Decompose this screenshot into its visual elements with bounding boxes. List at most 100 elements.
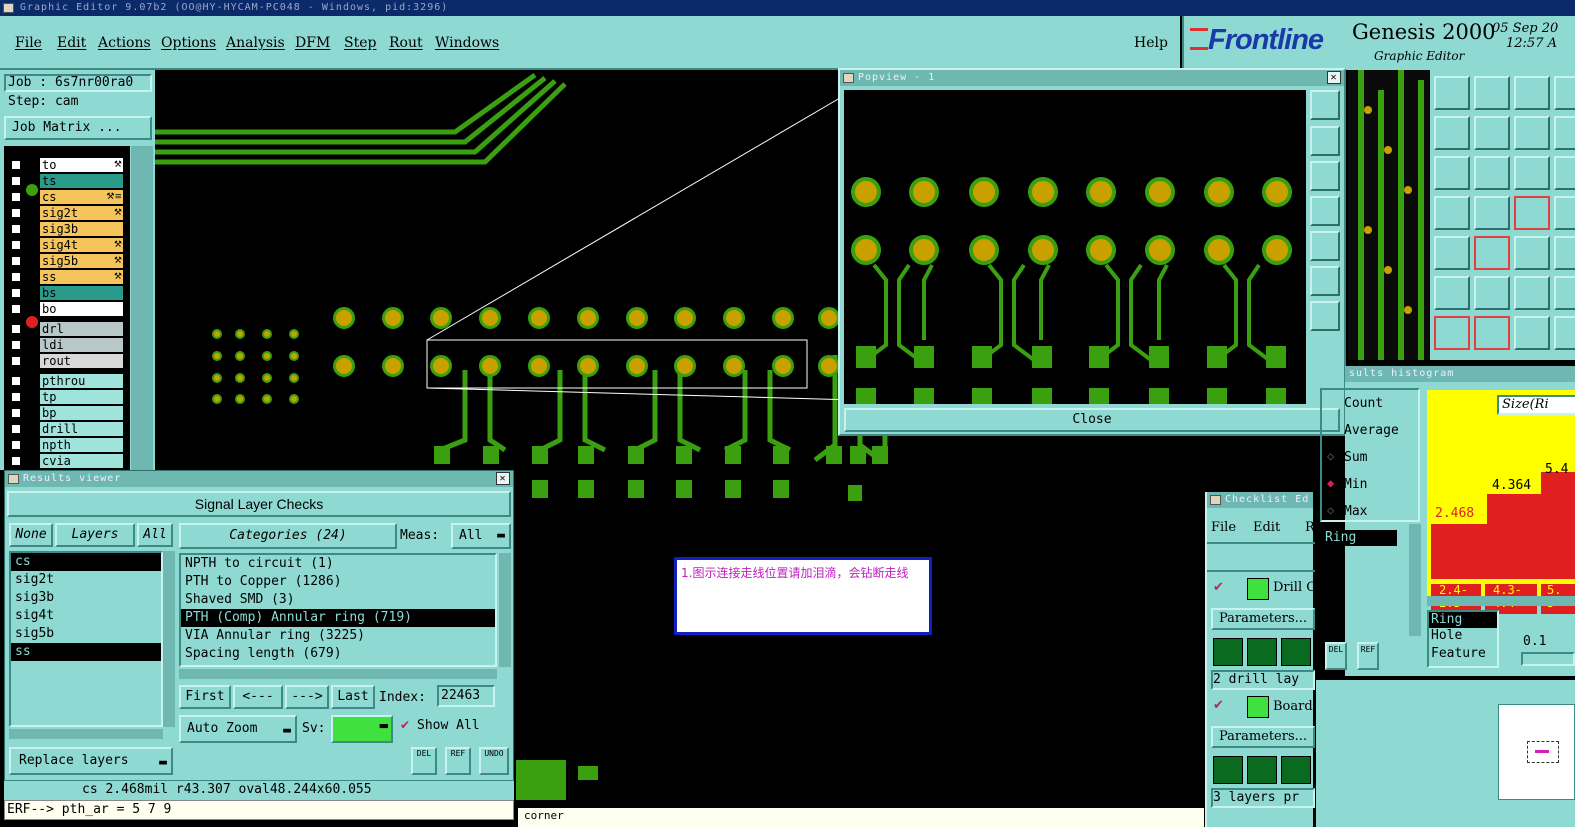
layer-checkbox[interactable] (10, 423, 22, 435)
drill-run-icon-2[interactable] (1247, 638, 1277, 666)
stat-max[interactable]: Max (1344, 504, 1367, 519)
grid-icon[interactable] (1474, 196, 1510, 230)
layer-name[interactable]: sig2t (40, 206, 123, 220)
line-draw-icon[interactable] (1474, 236, 1510, 270)
layer-results-hscroll[interactable] (9, 729, 163, 739)
layer-checkbox[interactable] (10, 159, 22, 171)
result-layer-item[interactable]: sig3b (11, 589, 161, 607)
layer-name[interactable]: ldi (40, 338, 123, 352)
red-arrow-icon[interactable] (1474, 316, 1510, 350)
none-button[interactable]: None (9, 523, 53, 547)
more-a-icon[interactable] (1554, 196, 1575, 230)
red-line-icon[interactable] (1434, 316, 1470, 350)
target-icon[interactable] (1434, 236, 1470, 270)
move-up-icon[interactable] (1434, 76, 1470, 110)
layer-checkbox[interactable] (10, 175, 22, 187)
layer-name[interactable]: ss (40, 270, 123, 284)
layer-checkbox[interactable] (10, 223, 22, 235)
layer-checkbox[interactable] (10, 375, 22, 387)
layer-name[interactable]: ts (40, 174, 123, 188)
last-button[interactable]: Last (331, 685, 375, 709)
pan-icon[interactable] (1554, 76, 1575, 110)
radio-max-icon[interactable]: ◇ (1327, 503, 1334, 517)
results-viewer-close-icon[interactable]: ✕ (496, 472, 510, 485)
size-dropdown[interactable]: Size(Ri (1497, 395, 1575, 415)
categories-button[interactable]: Categories (24) (179, 523, 397, 549)
layers-button[interactable]: Layers (55, 523, 135, 547)
move-down-icon[interactable] (1474, 76, 1510, 110)
selected-category[interactable]: Ring (1323, 530, 1397, 546)
rotate-icon[interactable] (1514, 316, 1550, 350)
layer-name[interactable]: drill (40, 422, 123, 436)
more-d-icon[interactable] (1554, 316, 1575, 350)
snap-icon[interactable] (1514, 196, 1550, 230)
hist-slider[interactable] (1521, 652, 1575, 666)
menu-windows[interactable]: Windows (435, 35, 499, 51)
drill-run-icon-3[interactable] (1281, 638, 1311, 666)
zoom-b-icon[interactable] (1554, 156, 1575, 190)
more-b-icon[interactable] (1554, 236, 1575, 270)
popview-center-icon[interactable] (1310, 301, 1340, 331)
arrow-right-icon[interactable] (1474, 116, 1510, 150)
layer-row-bs[interactable]: bs (6, 286, 124, 300)
layer-row-drill[interactable]: drill (6, 422, 124, 436)
home-icon[interactable] (1514, 76, 1550, 110)
result-layer-item[interactable]: sig2t (11, 571, 161, 589)
board-run-icon-1[interactable] (1213, 756, 1243, 784)
layer-row-pthrou[interactable]: pthrou (6, 374, 124, 388)
popview-canvas[interactable] (844, 90, 1306, 404)
layer-name[interactable]: cvia (40, 454, 123, 468)
layer-name[interactable]: pthrou (40, 374, 123, 388)
checklist-item-drill[interactable]: Drill C (1273, 580, 1316, 595)
menu-actions[interactable]: Actions (98, 35, 151, 51)
cross-icon[interactable] (1474, 276, 1510, 310)
layer-name[interactable]: bo (40, 302, 123, 316)
result-category-item[interactable]: PTH (Comp) Annular ring (719) (181, 609, 495, 627)
layer-row-cvia[interactable]: cvia (6, 454, 124, 468)
all-button[interactable]: All (137, 523, 173, 547)
layer-checkbox[interactable] (10, 271, 22, 283)
drill-params-button[interactable]: Parameters... (1211, 608, 1315, 630)
result-layer-item[interactable]: sig4t (11, 607, 161, 625)
menu-edit[interactable]: Edit (57, 35, 86, 51)
menu-rout[interactable]: Rout (389, 35, 423, 51)
meas-dropdown[interactable]: All ▬ (451, 523, 511, 549)
check-drill-icon[interactable]: ✔ (1213, 580, 1224, 595)
radio-sum-icon[interactable]: ◇ (1327, 449, 1334, 463)
board-run-icon-2[interactable] (1247, 756, 1277, 784)
ruler-icon[interactable] (1514, 236, 1550, 270)
layer-name[interactable]: drl (40, 322, 123, 336)
category-scrollbar[interactable] (499, 553, 511, 667)
menu-dfm[interactable]: DFM (295, 35, 330, 51)
layer-name[interactable]: rout (40, 354, 123, 368)
popview-up-icon[interactable] (1310, 126, 1340, 156)
job-matrix-button[interactable]: Job Matrix ... (4, 116, 152, 140)
popview-close-icon[interactable]: ✕ (1327, 71, 1341, 84)
layer-checkbox[interactable] (10, 439, 22, 451)
result-category-item[interactable]: VIA Annular ring (3225) (181, 627, 495, 645)
replace-layers-dropdown[interactable]: Replace layers ▬ (9, 747, 173, 775)
menu-analysis[interactable]: Analysis (226, 35, 285, 51)
histogram-scrollbar[interactable] (1427, 596, 1575, 606)
layer-row-ss[interactable]: ss ⚒ (6, 270, 124, 284)
center-icon[interactable] (1474, 156, 1510, 190)
arrow-left-icon[interactable] (1434, 116, 1470, 150)
result-layer-item[interactable]: ss (11, 643, 161, 661)
popview-fit-icon[interactable] (1310, 266, 1340, 296)
layer-row-to[interactable]: to ⚒ (6, 158, 124, 172)
layer-row-npth[interactable]: npth (6, 438, 124, 452)
category-scrollbar[interactable] (1409, 524, 1421, 636)
layer-checkbox[interactable] (10, 455, 22, 467)
layer-checkbox[interactable] (10, 323, 22, 335)
radio-min-icon[interactable]: ◆ (1327, 476, 1334, 490)
layer-name[interactable]: sig4t (40, 238, 123, 252)
popview-zoom-icon[interactable] (1310, 90, 1340, 120)
category-hscroll[interactable] (179, 669, 497, 679)
first-button[interactable]: First (179, 685, 231, 709)
layer-checkbox[interactable] (10, 255, 22, 267)
popview-close-button[interactable]: Close (844, 408, 1340, 432)
checklist-menu-edit[interactable]: Edit (1253, 520, 1280, 535)
popview-right-icon[interactable] (1310, 231, 1340, 261)
layer-name[interactable]: bs (40, 286, 123, 300)
checklist-menu-file[interactable]: File (1211, 520, 1236, 535)
